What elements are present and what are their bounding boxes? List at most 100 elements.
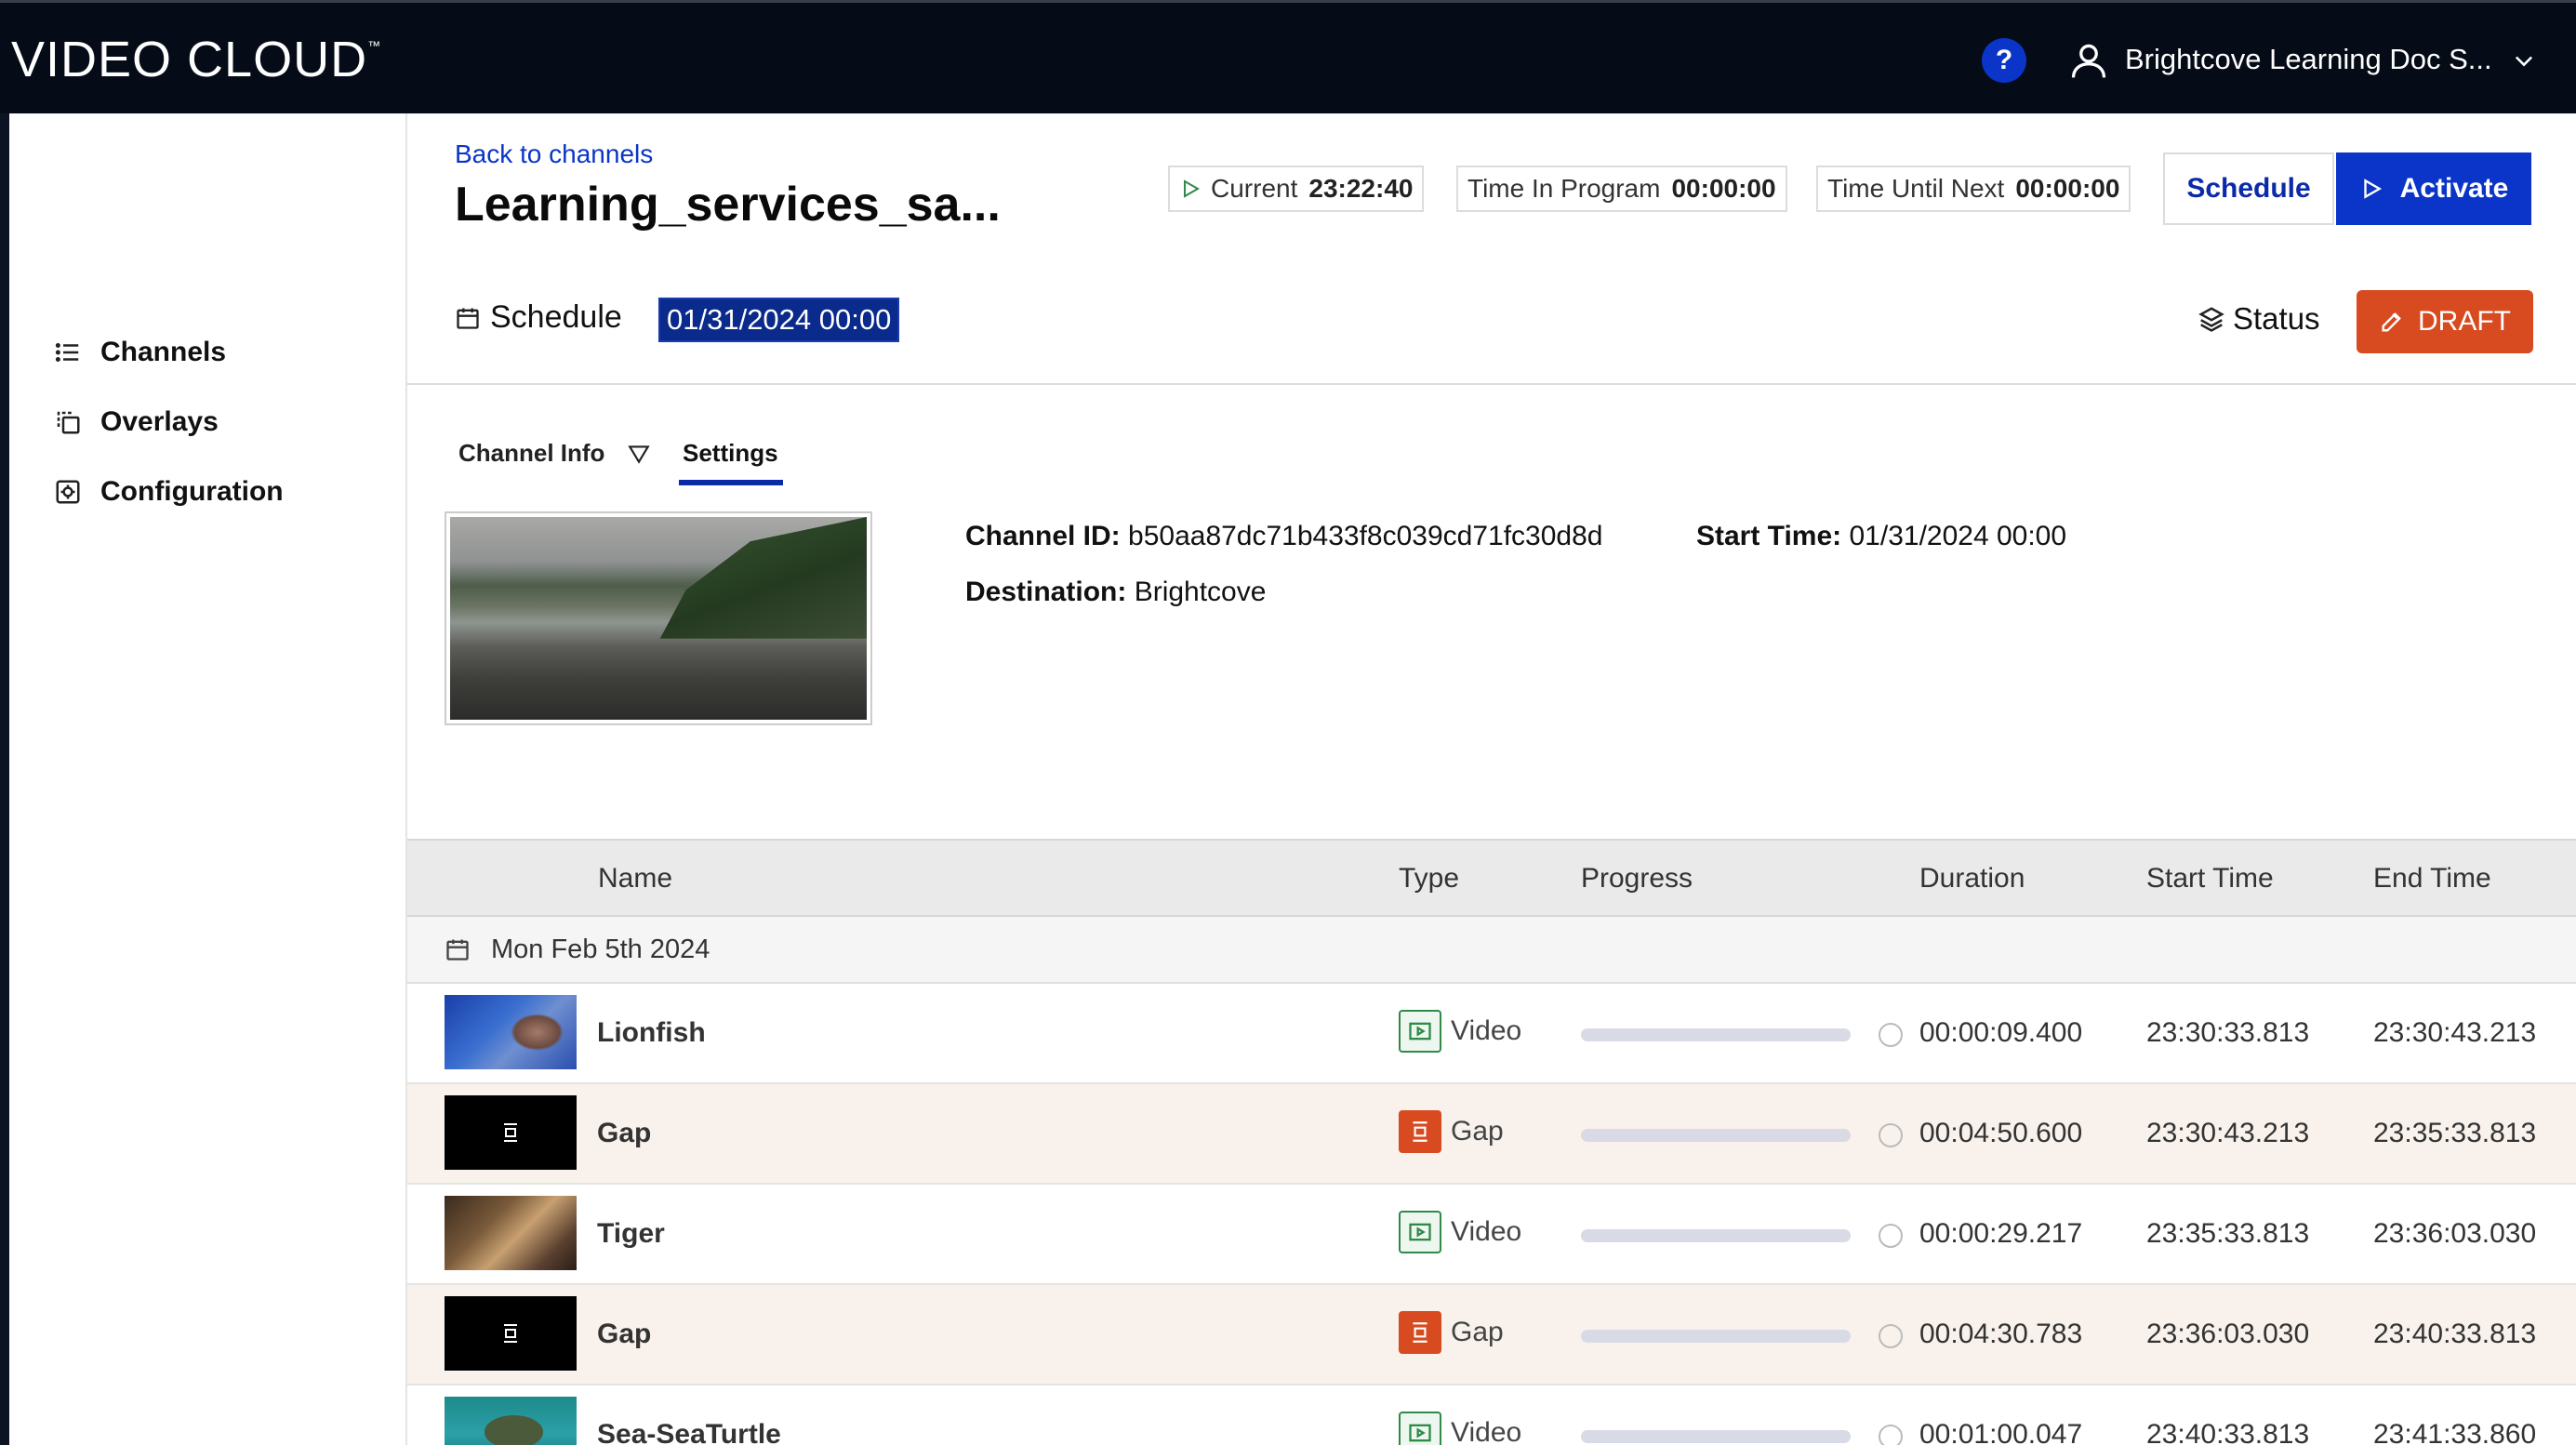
gap-icon — [1399, 1110, 1441, 1153]
tab-channel-info[interactable]: Channel Info — [458, 439, 651, 468]
sidebar-item-overlays[interactable]: Overlays — [54, 399, 219, 445]
list-icon — [55, 343, 79, 362]
column-end-time[interactable]: End Time — [2373, 863, 2491, 895]
row-type: Gap — [1399, 1311, 1504, 1354]
clock-icon — [1879, 1224, 1903, 1248]
table-row[interactable]: Gap Gap 00:04:30.783 23:36:03.030 23:40:… — [407, 1285, 2576, 1385]
start-time-value: 01/31/2024 00:00 — [1849, 521, 2067, 551]
channel-id-value: b50aa87dc71b433f8c039cd71fc30d8d — [1128, 521, 1603, 551]
video-icon — [1399, 1412, 1441, 1445]
activate-label: Activate — [2399, 173, 2509, 204]
row-start-time: 23:36:03.030 — [2146, 1319, 2310, 1349]
row-type: Gap — [1399, 1110, 1504, 1153]
time-in-program-label: Time In Program — [1467, 174, 1661, 203]
column-type[interactable]: Type — [1399, 863, 1459, 895]
row-duration: 00:04:30.783 — [1919, 1319, 2083, 1349]
start-time-label: Start Time: — [1696, 521, 1842, 551]
configuration-icon — [56, 480, 80, 504]
play-icon — [2363, 179, 2382, 199]
current-time-box: Current 23:22:40 — [1168, 166, 1425, 212]
status-value: DRAFT — [2418, 306, 2511, 337]
clock-icon — [1879, 1123, 1903, 1147]
status-draft-button[interactable]: DRAFT — [2357, 290, 2533, 353]
row-type-label: Video — [1451, 1216, 1522, 1247]
table-row[interactable]: Lionfish Video 00:00:09.400 23:30:33.813… — [407, 984, 2576, 1084]
schedule-button[interactable]: Schedule — [2163, 152, 2334, 225]
row-end-time: 23:40:33.813 — [2373, 1319, 2537, 1349]
status-label-text: Status — [2233, 301, 2320, 336]
gap-icon — [504, 1324, 517, 1343]
current-label: Current — [1211, 174, 1298, 203]
row-type-label: Video — [1451, 1417, 1522, 1445]
video-icon — [1399, 1211, 1441, 1253]
row-start-time: 23:40:33.813 — [2146, 1419, 2310, 1445]
row-type: Video — [1399, 1010, 1521, 1053]
sidebar-item-channels[interactable]: Channels — [54, 329, 226, 376]
table-row[interactable]: Tiger Video 00:00:29.217 23:35:33.813 23… — [407, 1185, 2576, 1285]
table-row[interactable]: Gap Gap 00:04:50.600 23:30:43.213 23:35:… — [407, 1084, 2576, 1185]
row-thumbnail — [445, 1196, 577, 1270]
status-label: Status — [2198, 301, 2320, 337]
tab-settings[interactable]: Settings — [683, 439, 778, 468]
group-date: Mon Feb 5th 2024 — [491, 934, 710, 964]
row-name: Lionfish — [597, 1017, 706, 1048]
gap-icon — [504, 1123, 517, 1142]
chevron-down-icon[interactable] — [2511, 47, 2537, 73]
time-until-next-label: Time Until Next — [1827, 174, 2005, 203]
triangle-down-icon — [628, 444, 651, 464]
row-type-label: Gap — [1451, 1317, 1504, 1347]
sidebar-item-label: Overlays — [100, 406, 219, 437]
channel-id-label: Channel ID: — [965, 521, 1121, 551]
row-type: Video — [1399, 1211, 1521, 1253]
pencil-icon — [2382, 312, 2401, 332]
calendar-icon — [457, 308, 479, 329]
destination: Destination: Brightcove — [965, 577, 1266, 608]
main-panel: Back to channels Learning_services_sa...… — [405, 113, 2576, 1445]
row-thumbnail — [445, 1296, 577, 1371]
play-icon — [1184, 179, 1201, 198]
row-progress-bar — [1581, 1430, 1851, 1443]
column-progress[interactable]: Progress — [1581, 863, 1693, 895]
current-value: 23:22:40 — [1308, 174, 1414, 203]
calendar-icon — [446, 939, 469, 961]
sidebar-item-configuration[interactable]: Configuration — [54, 469, 284, 515]
channel-thumbnail — [445, 511, 872, 725]
destination-value: Brightcove — [1134, 577, 1267, 607]
sidebar-item-label: Channels — [100, 337, 227, 367]
app-logo[interactable]: VIDEO CLOUD™ — [11, 31, 381, 88]
row-end-time: 23:41:33.860 — [2373, 1419, 2537, 1445]
row-duration: 00:00:29.217 — [1919, 1218, 2083, 1249]
row-type-label: Gap — [1451, 1116, 1504, 1147]
column-duration[interactable]: Duration — [1919, 863, 2025, 895]
row-progress-bar — [1581, 1028, 1851, 1041]
user-icon — [2071, 44, 2106, 78]
activate-button[interactable]: Activate — [2336, 152, 2531, 225]
overlays-icon — [57, 411, 80, 434]
time-in-program-box: Time In Program 00:00:00 — [1456, 166, 1787, 212]
schedule-label: Schedule — [490, 299, 622, 335]
row-name: Tiger — [597, 1218, 665, 1249]
row-progress-bar — [1581, 1129, 1851, 1142]
row-duration: 00:04:50.600 — [1919, 1118, 2083, 1148]
table-row[interactable]: Sea-SeaTurtle Video 00:01:00.047 23:40:3… — [407, 1385, 2576, 1445]
help-button[interactable]: ? — [1982, 38, 2026, 83]
row-start-time: 23:30:43.213 — [2146, 1118, 2310, 1148]
row-start-time: 23:35:33.813 — [2146, 1218, 2310, 1249]
column-start-time[interactable]: Start Time — [2146, 863, 2274, 895]
row-progress-bar — [1581, 1330, 1851, 1343]
clock-icon — [1879, 1324, 1903, 1348]
divider — [407, 383, 2576, 385]
table-header: Name Type Progress Duration Start Time E… — [407, 839, 2576, 917]
active-tab-indicator — [679, 480, 783, 485]
time-until-next-value: 00:00:00 — [2015, 174, 2120, 203]
time-until-next-box: Time Until Next 00:00:00 — [1816, 166, 2131, 212]
row-start-time: 23:30:33.813 — [2146, 1017, 2310, 1048]
column-name[interactable]: Name — [598, 863, 672, 895]
row-thumbnail — [445, 1397, 577, 1445]
account-name[interactable]: Brightcove Learning Doc S... — [2125, 43, 2492, 76]
back-to-channels-link[interactable]: Back to channels — [455, 139, 653, 169]
row-name: Gap — [597, 1319, 652, 1349]
schedule-date-field[interactable]: 01/31/2024 00:00 — [658, 298, 900, 342]
clock-icon — [1879, 1023, 1903, 1047]
row-end-time: 23:30:43.213 — [2373, 1017, 2537, 1048]
